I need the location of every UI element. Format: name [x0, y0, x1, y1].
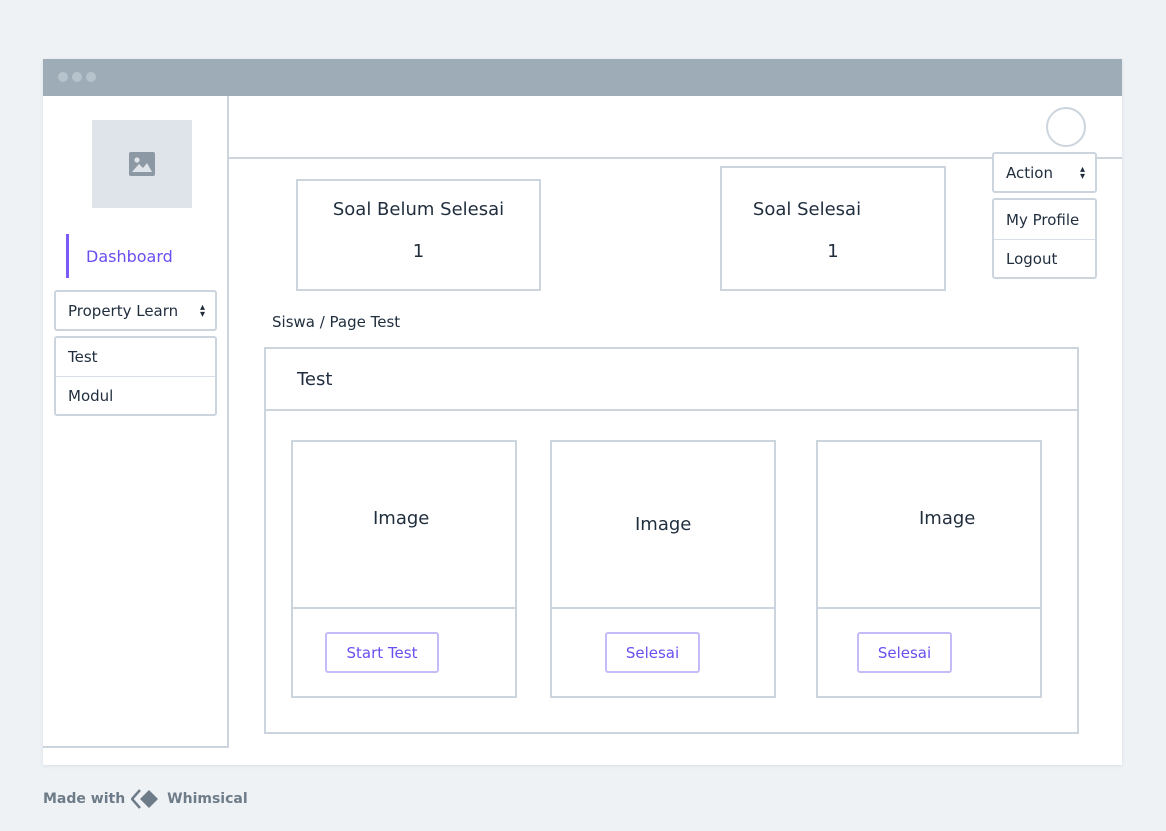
logo-placeholder	[92, 120, 192, 208]
test-panel: Test Image Start Test Image Selesai Imag…	[264, 347, 1079, 734]
action-menu: My Profile Logout	[992, 198, 1097, 279]
sidebar: Dashboard Property Learn ▴ ▾ Test Modul	[43, 96, 229, 748]
test-card: Image Selesai	[816, 440, 1042, 698]
stat-value: 1	[827, 241, 839, 262]
panel-title: Test	[266, 349, 1077, 411]
stat-label: Soal Belum Selesai	[332, 199, 505, 220]
updown-caret-icon: ▴ ▾	[1079, 164, 1085, 182]
selesai-button[interactable]: Selesai	[857, 632, 952, 673]
whimsical-logo-icon	[131, 789, 159, 809]
window-dot-icon[interactable]	[72, 72, 82, 82]
app-content: Dashboard Property Learn ▴ ▾ Test Modul A…	[43, 96, 1122, 765]
stat-value: 1	[412, 241, 425, 262]
made-with-footer: Made with Whimsical	[43, 788, 248, 810]
card-image-placeholder: Image	[818, 442, 1040, 609]
property-learn-dropdown[interactable]: Property Learn ▴ ▾	[54, 290, 217, 331]
image-label: Image	[919, 508, 976, 529]
updown-caret-icon: ▴ ▾	[199, 302, 205, 320]
menu-item-my-profile[interactable]: My Profile	[994, 200, 1095, 239]
selesai-button[interactable]: Selesai	[605, 632, 700, 673]
browser-window: Dashboard Property Learn ▴ ▾ Test Modul A…	[43, 59, 1122, 765]
sidebar-item-dashboard[interactable]: Dashboard	[66, 234, 216, 278]
test-card: Image Start Test	[291, 440, 517, 698]
dropdown-label: Property Learn	[68, 301, 179, 320]
start-test-button[interactable]: Start Test	[325, 632, 439, 673]
sidebar-submenu: Test Modul	[54, 336, 217, 416]
stat-card-unfinished: Soal Belum Selesai 1	[296, 179, 541, 291]
stat-card-finished: Soal Selesai 1	[720, 166, 946, 291]
test-card: Image Selesai	[550, 440, 776, 698]
card-image-placeholder: Image	[293, 442, 515, 609]
sidebar-item-test[interactable]: Test	[56, 338, 215, 376]
window-dot-icon[interactable]	[58, 72, 68, 82]
sidebar-item-modul[interactable]: Modul	[56, 376, 215, 414]
stat-label: Soal Selesai	[752, 199, 862, 220]
image-icon	[129, 152, 155, 176]
made-with-label: Made with	[43, 791, 126, 807]
top-header	[229, 96, 1122, 159]
action-label: Action	[1006, 163, 1053, 182]
image-label: Image	[373, 508, 430, 529]
breadcrumb: Siswa / Page Test	[272, 313, 401, 331]
card-image-placeholder: Image	[552, 442, 774, 609]
image-label: Image	[635, 514, 692, 535]
window-titlebar	[43, 59, 1122, 96]
menu-item-logout[interactable]: Logout	[994, 239, 1095, 278]
avatar[interactable]	[1046, 107, 1086, 147]
action-dropdown[interactable]: Action ▴ ▾	[992, 152, 1097, 193]
whimsical-brand: Whimsical	[167, 791, 248, 807]
window-dot-icon[interactable]	[86, 72, 96, 82]
